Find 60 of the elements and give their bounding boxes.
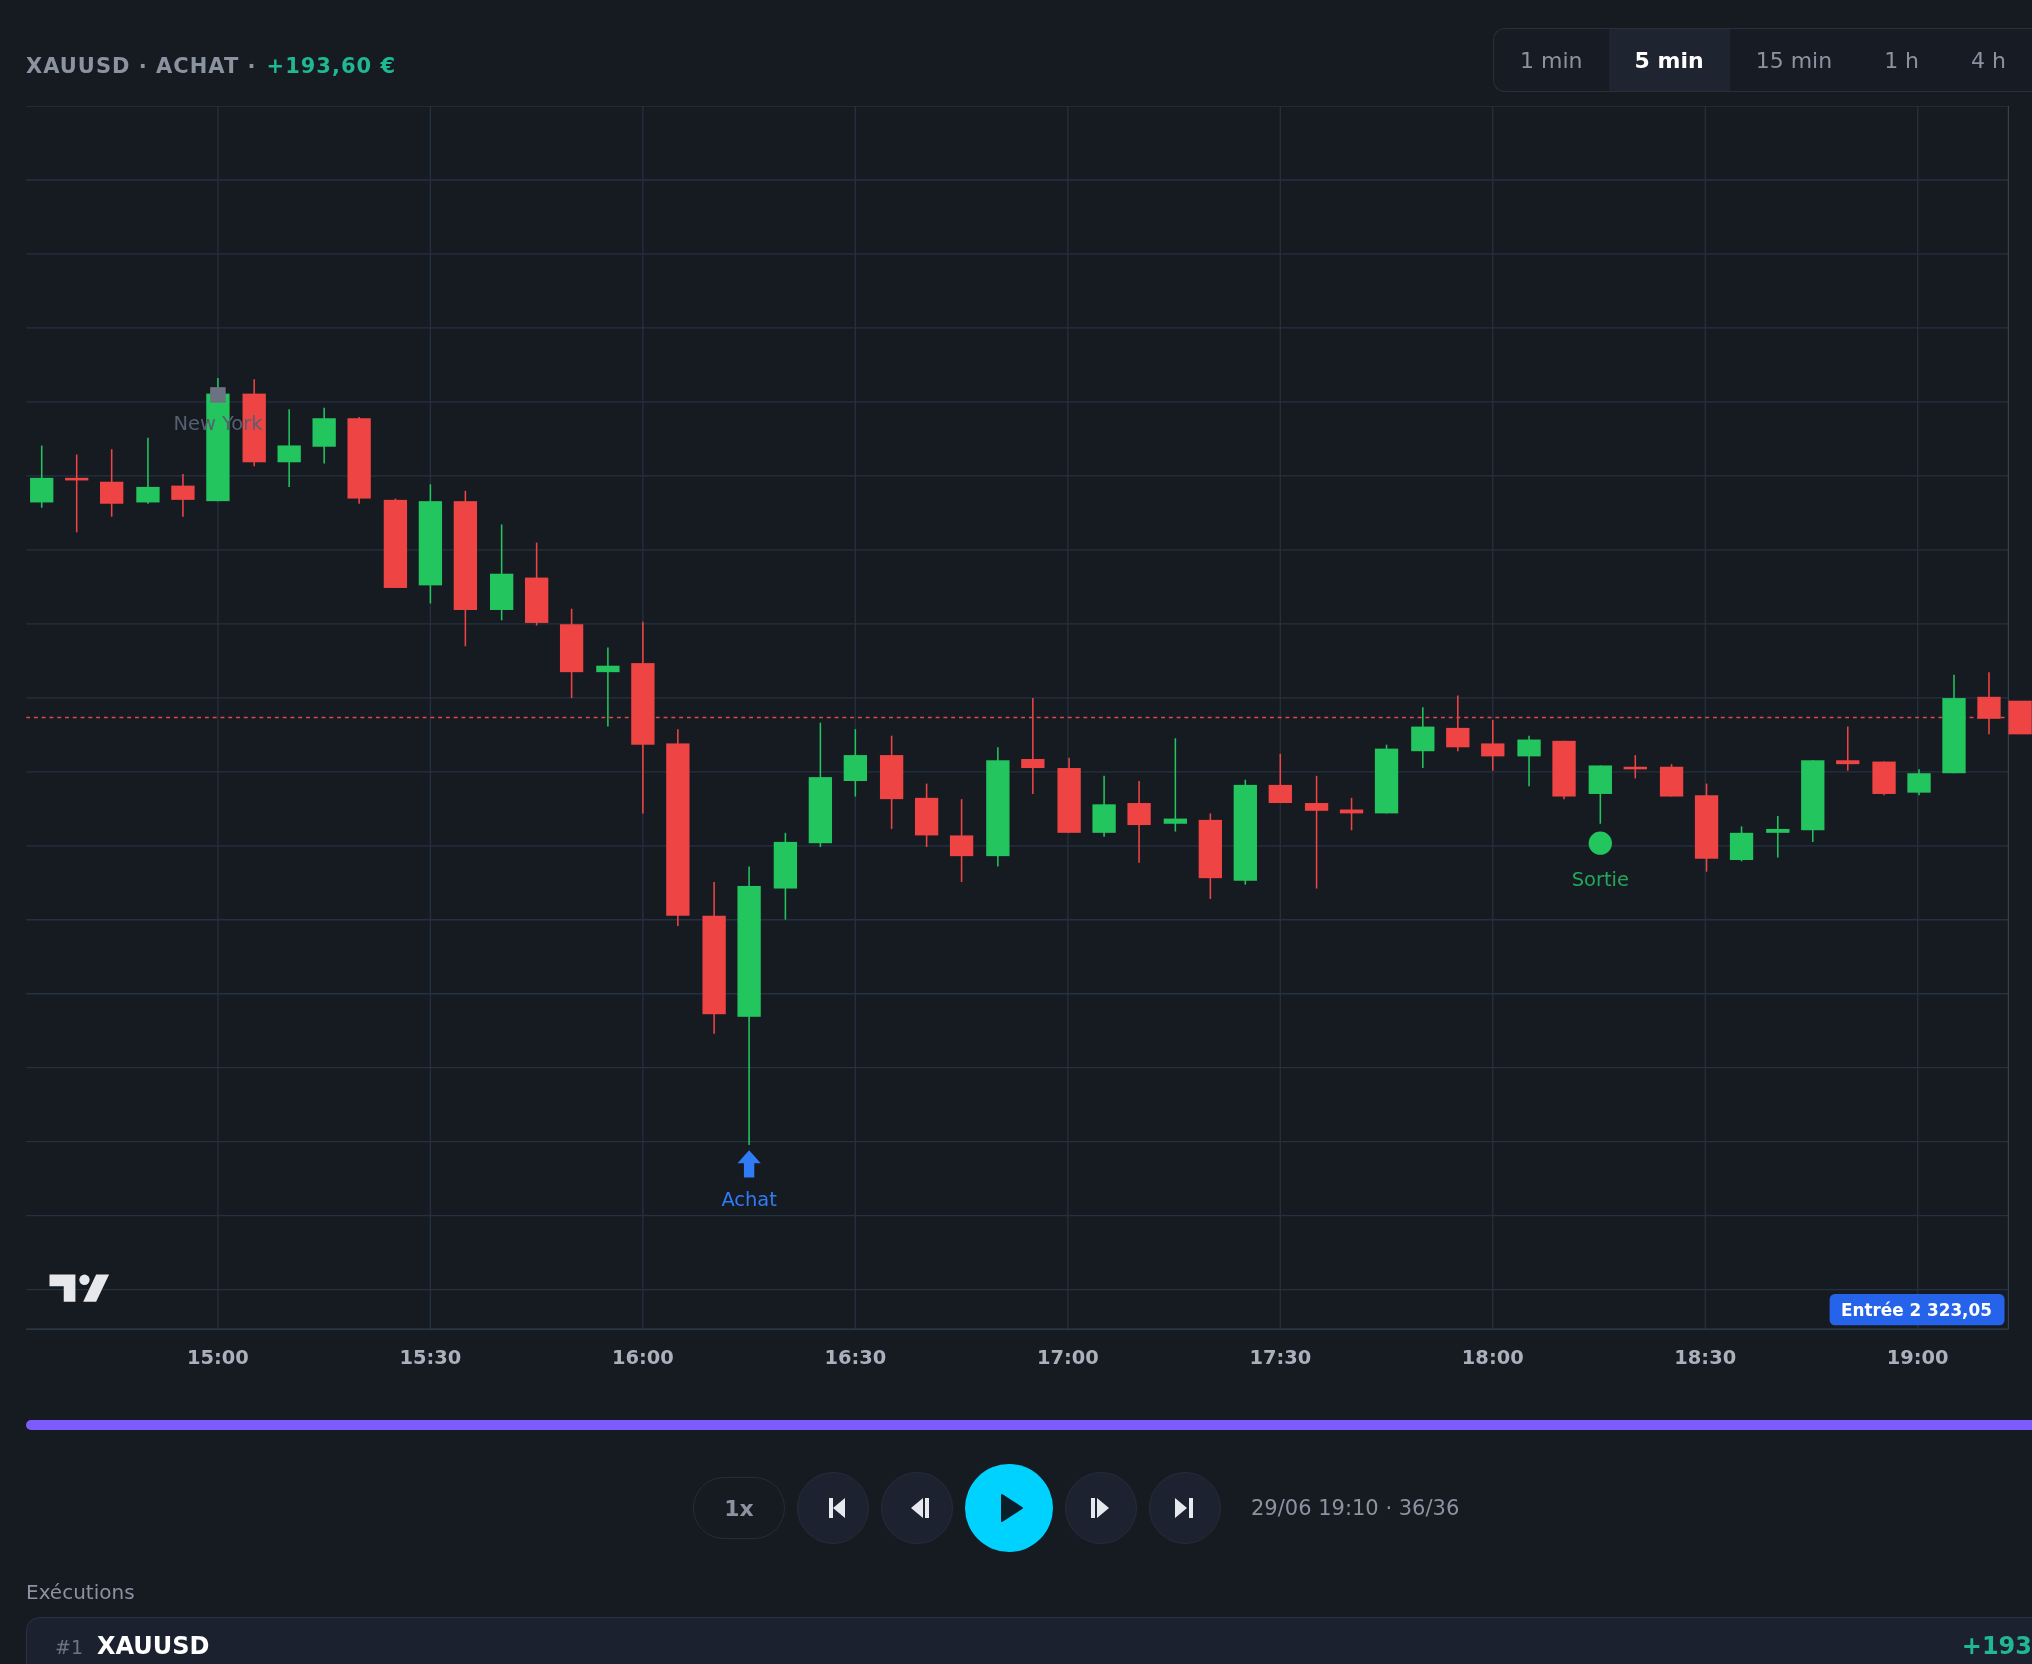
time-axis-label: 17:00 bbox=[1036, 1346, 1099, 1369]
candlestick bbox=[1339, 797, 1364, 831]
timeframe-tab[interactable]: 5 min bbox=[1608, 29, 1730, 91]
time-axis-label: 16:30 bbox=[824, 1346, 887, 1369]
chart-logo-icon bbox=[49, 1274, 110, 1302]
candlestick bbox=[30, 444, 54, 509]
time-axis-label: 18:30 bbox=[1674, 1346, 1737, 1369]
candlestick bbox=[1623, 754, 1647, 780]
candlestick bbox=[1268, 753, 1292, 804]
candlestick bbox=[1481, 719, 1505, 772]
arrow-up-icon bbox=[737, 1150, 761, 1178]
skip-end-icon bbox=[1175, 1498, 1193, 1518]
replay-status: 29/06 19:10 · 36/36 bbox=[1251, 1496, 1460, 1520]
time-axis-label: 19:00 bbox=[1886, 1346, 1949, 1369]
time-axis-label: 16:00 bbox=[611, 1346, 674, 1369]
step-back-icon bbox=[911, 1498, 929, 1518]
time-axis-label: 18:00 bbox=[1461, 1346, 1524, 1369]
candlestick bbox=[1446, 694, 1470, 752]
time-axis-label: 15:00 bbox=[187, 1346, 249, 1369]
play-icon bbox=[1001, 1494, 1023, 1522]
profit-value: +193,60 € bbox=[266, 54, 397, 78]
execution-symbol: XAUUSD bbox=[97, 1632, 210, 1660]
dot-icon bbox=[1588, 831, 1612, 855]
buy-marker-label: Achat bbox=[721, 1187, 777, 1211]
candlestick bbox=[1872, 760, 1896, 797]
candlestick bbox=[1517, 734, 1541, 787]
candlestick bbox=[1659, 763, 1684, 798]
timeframe-tab[interactable]: 15 min bbox=[1729, 29, 1859, 91]
time-axis-label: 17:30 bbox=[1249, 1346, 1312, 1369]
candlestick bbox=[1588, 764, 1612, 825]
candlestick bbox=[1729, 825, 1754, 863]
execution-card[interactable]: #1 XAUUSD +193 bbox=[26, 1617, 2032, 1664]
candlestick bbox=[1977, 671, 2001, 736]
candlestick bbox=[1374, 743, 1399, 815]
time-axis-label: 15:30 bbox=[399, 1346, 462, 1369]
candlestick bbox=[171, 473, 195, 518]
execution-profit: +193 bbox=[1961, 1632, 2032, 1660]
chart-title: XAUUSD · ACHAT · bbox=[26, 54, 257, 78]
candlestick bbox=[1411, 706, 1435, 769]
candlestick bbox=[843, 728, 867, 798]
candlestick bbox=[1836, 725, 1860, 772]
candlestick bbox=[914, 782, 939, 848]
candlestick bbox=[136, 436, 160, 505]
candlestick bbox=[1907, 768, 1931, 797]
timeframe-tab[interactable]: 1 min bbox=[1494, 29, 1609, 91]
candlestick bbox=[1092, 775, 1116, 838]
entry-price-tag: Entrée 2 323,05 bbox=[1829, 1294, 2005, 1326]
candlestick bbox=[1552, 740, 1576, 800]
session-marker-icon bbox=[210, 387, 226, 403]
timeframe-tab[interactable]: 4 h bbox=[1945, 29, 2032, 91]
candlestick bbox=[312, 407, 336, 465]
step-forward-icon bbox=[1091, 1498, 1109, 1518]
candlestick bbox=[1766, 815, 1790, 859]
section-title: Exécutions bbox=[26, 1580, 136, 1606]
price-tag bbox=[2008, 700, 2032, 735]
execution-index: #1 bbox=[55, 1636, 83, 1658]
skip-start-icon bbox=[829, 1498, 845, 1518]
exit-marker-label: Sortie bbox=[1571, 867, 1629, 891]
candlestick bbox=[100, 448, 124, 518]
timeframe-tab[interactable]: 1 h bbox=[1858, 29, 1946, 91]
